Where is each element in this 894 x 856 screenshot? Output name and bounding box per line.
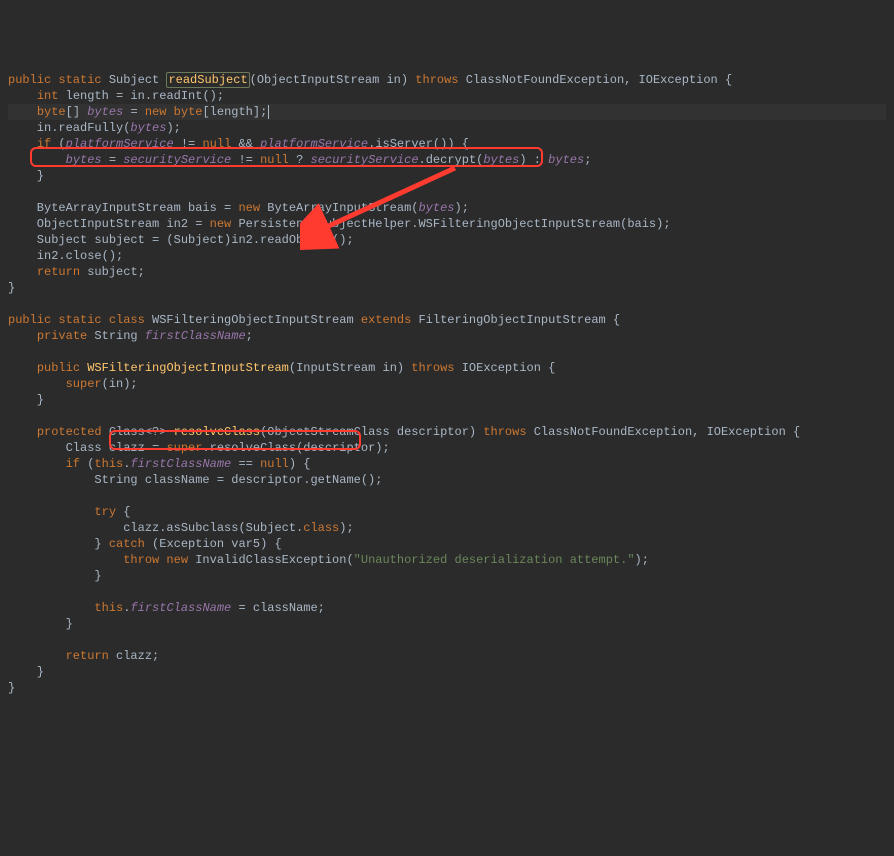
code-line: return clazz;	[8, 649, 159, 663]
code-line: ObjectInputStream in2 = new PersistenceS…	[8, 217, 671, 231]
caret-icon	[268, 105, 269, 119]
code-line: }	[8, 169, 44, 183]
code-line: private String firstClassName;	[8, 329, 253, 343]
code-editor[interactable]: public static Subject readSubject(Object…	[8, 72, 886, 696]
code-line: clazz.asSubclass(Subject.class);	[8, 521, 354, 535]
code-line: if (platformService != null && platformS…	[8, 137, 469, 151]
code-line: }	[8, 617, 73, 631]
code-line: protected Class<?> resolveClass(ObjectSt…	[8, 425, 800, 439]
code-line: }	[8, 681, 15, 695]
code-line: int length = in.readInt();	[8, 89, 224, 103]
code-line: }	[8, 665, 44, 679]
code-line: try {	[8, 505, 130, 519]
code-line: Class clazz = super.resolveClass(descrip…	[8, 441, 390, 455]
code-line: public WSFilteringObjectInputStream(Inpu…	[8, 361, 555, 375]
code-line-cursor: byte[] bytes = new byte[length];	[8, 104, 886, 120]
code-line: in.readFully(bytes);	[8, 121, 181, 135]
code-line: } catch (Exception var5) {	[8, 537, 282, 551]
code-line: bytes = securityService != null ? securi…	[8, 153, 591, 167]
code-line: public static Subject readSubject(Object…	[8, 72, 732, 88]
code-line: public static class WSFilteringObjectInp…	[8, 313, 620, 327]
code-line: }	[8, 281, 15, 295]
code-line: this.firstClassName = className;	[8, 601, 325, 615]
code-line: Subject subject = (Subject)in2.readObjec…	[8, 233, 354, 247]
code-line: }	[8, 393, 44, 407]
code-line: in2.close();	[8, 249, 123, 263]
code-line: throw new InvalidClassException("Unautho…	[8, 553, 649, 567]
code-line: ByteArrayInputStream bais = new ByteArra…	[8, 201, 469, 215]
code-line: return subject;	[8, 265, 145, 279]
code-line: }	[8, 569, 102, 583]
code-line: super(in);	[8, 377, 138, 391]
method-readSubject: readSubject	[166, 72, 249, 88]
code-line: String className = descriptor.getName();	[8, 473, 382, 487]
code-line: if (this.firstClassName == null) {	[8, 457, 311, 471]
